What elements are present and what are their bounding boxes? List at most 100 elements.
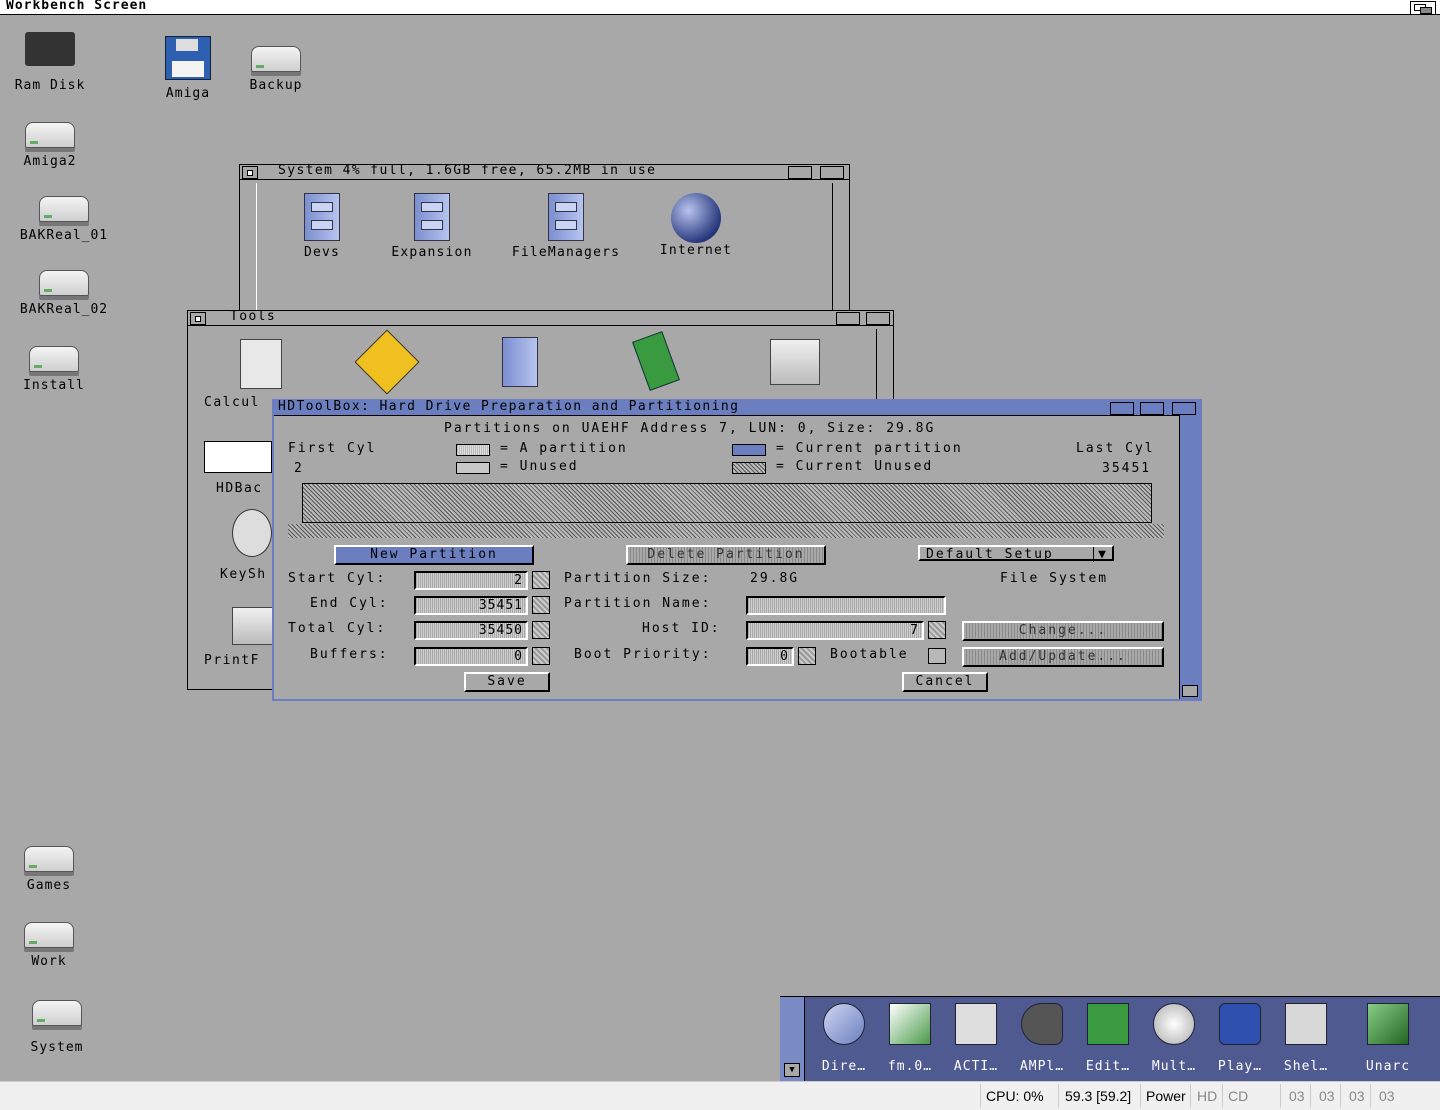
chip-icon	[25, 32, 75, 66]
tool-label: HDBac	[216, 481, 263, 496]
dock-item-acti[interactable]: ACTI…	[948, 1003, 1004, 1074]
start-cyl-stepper-icon[interactable]	[532, 571, 550, 589]
buffers-field[interactable]: 0	[414, 647, 528, 666]
depth-icon[interactable]	[866, 312, 890, 325]
buffers-label: Buffers:	[310, 647, 389, 662]
drive-header: Partitions on UAEHF Address 7, LUN: 0, S…	[444, 421, 936, 436]
desktop-icon-amiga[interactable]: Amiga	[150, 36, 226, 101]
partition-size-label: Partition Size:	[564, 571, 712, 586]
desktop-icon-games[interactable]: Games	[6, 846, 92, 893]
first-cyl-label: First Cyl	[288, 441, 377, 456]
drawer-devs[interactable]: Devs	[262, 193, 382, 260]
partition-name-field[interactable]	[746, 596, 946, 615]
desktop-icon-ram-disk[interactable]: Ram Disk	[4, 32, 96, 93]
end-cyl-field[interactable]: 35451	[414, 596, 528, 615]
save-button[interactable]: Save	[464, 672, 550, 692]
depth-icon[interactable]	[1172, 402, 1196, 415]
right-scrollbar[interactable]	[876, 329, 889, 399]
last-cyl-value: 35451	[1102, 461, 1152, 476]
partition-map[interactable]	[302, 483, 1152, 523]
dock-item-ampl[interactable]: AMPl…	[1014, 1003, 1070, 1074]
dock-label: Edit…	[1085, 1059, 1131, 1074]
hard-drive-icon	[251, 46, 301, 72]
delete-partition-button[interactable]: Delete Partition	[626, 545, 826, 565]
depth-icon[interactable]	[820, 166, 844, 179]
close-icon[interactable]	[242, 166, 258, 179]
iconify-icon[interactable]	[1110, 402, 1134, 415]
left-scrollbar[interactable]	[244, 183, 257, 323]
legend-swatch-current-partition	[732, 444, 766, 456]
keyshow-icon[interactable]	[232, 509, 272, 557]
df3-led[interactable]: 03	[1379, 1088, 1395, 1104]
printer-icon[interactable]	[232, 607, 274, 645]
desktop-icon-bakreal-01[interactable]: BAKReal_01	[4, 196, 124, 243]
screen-title-bar[interactable]: Workbench Screen	[0, 0, 1440, 15]
host-id-stepper-icon[interactable]	[928, 621, 946, 639]
system-window[interactable]: System 4% full, 1.6GB free, 65.2MB in us…	[239, 163, 850, 326]
dock-item-mult[interactable]: Mult…	[1146, 1003, 1202, 1074]
drawer-filemanagers[interactable]: FileManagers	[506, 193, 626, 260]
buffers-stepper-icon[interactable]	[532, 647, 550, 665]
add-update-button[interactable]: Add/Update...	[962, 647, 1164, 667]
desktop-icon-bakreal-02[interactable]: BAKReal_02	[4, 270, 124, 317]
boot-priority-stepper-icon[interactable]	[798, 647, 816, 665]
dock-item-dire[interactable]: Dire…	[816, 1003, 872, 1074]
calculator-icon[interactable]	[240, 339, 282, 389]
df1-led[interactable]: 03	[1319, 1088, 1335, 1104]
bootable-checkbox[interactable]	[928, 648, 946, 664]
legend-current-unused: = Current Unused	[776, 459, 934, 474]
desktop-icon-install[interactable]: Install	[6, 346, 102, 393]
zoom-icon[interactable]	[836, 312, 860, 325]
chevron-down-icon[interactable]: ▼	[784, 1063, 800, 1077]
change-button[interactable]: Change...	[962, 621, 1164, 641]
hdtoolbox-title-bar[interactable]: HDToolBox: Hard Drive Preparation and Pa…	[274, 399, 1200, 416]
drawer-expansion[interactable]: Expansion	[372, 193, 492, 260]
new-partition-button[interactable]: New Partition	[334, 545, 534, 565]
close-icon[interactable]	[190, 312, 206, 325]
desktop-icon-label: Ram Disk	[14, 78, 86, 93]
boot-priority-field[interactable]: 0	[746, 647, 794, 666]
start-cyl-field[interactable]: 2	[414, 571, 528, 590]
dock-item-edit[interactable]: Edit…	[1080, 1003, 1136, 1074]
host-id-field[interactable]: 7	[746, 621, 924, 640]
cabinet-icon[interactable]	[502, 337, 538, 387]
dock-handle[interactable]: ▼	[780, 997, 805, 1081]
total-cyl-stepper-icon[interactable]	[532, 621, 550, 639]
partition-scroller[interactable]	[288, 524, 1164, 538]
desktop-icon-system[interactable]: System	[14, 1000, 100, 1055]
printer-icon[interactable]	[770, 339, 820, 385]
resize-icon[interactable]	[1182, 685, 1198, 697]
df2-led[interactable]: 03	[1349, 1088, 1365, 1104]
tools-window-title-bar[interactable]: Tools	[188, 309, 893, 326]
default-setup-select[interactable]: Default Setup ▼	[918, 545, 1114, 562]
notepad-icon[interactable]	[632, 331, 680, 391]
status-divider	[1280, 1084, 1281, 1108]
screen-title: Workbench Screen	[6, 0, 148, 13]
hard-drive-icon	[24, 922, 74, 948]
cancel-button[interactable]: Cancel	[902, 672, 988, 692]
screen-depth-icon[interactable]	[1410, 1, 1436, 15]
desktop-icon-amiga2[interactable]: Amiga2	[8, 122, 92, 169]
end-cyl-stepper-icon[interactable]	[532, 596, 550, 614]
system-window-title-bar[interactable]: System 4% full, 1.6GB free, 65.2MB in us…	[240, 163, 849, 180]
hdtoolbox-window[interactable]: HDToolBox: Hard Drive Preparation and Pa…	[272, 399, 1202, 701]
df0-led[interactable]: 03	[1289, 1088, 1305, 1104]
backup-icon[interactable]	[204, 441, 272, 473]
signpost-icon[interactable]	[354, 329, 420, 395]
right-scrollbar[interactable]	[832, 183, 845, 323]
dock-bar[interactable]: ▼ Dire… fm.0… ACTI… AMPl… Edit… Mult… Pl…	[780, 996, 1440, 1081]
end-cyl-label: End Cyl:	[310, 596, 389, 611]
desktop-icon-work[interactable]: Work	[6, 922, 92, 969]
zoom-icon[interactable]	[788, 166, 812, 179]
dock-item-fm[interactable]: fm.0…	[882, 1003, 938, 1074]
desktop-icon-backup[interactable]: Backup	[236, 46, 316, 93]
tool-label: Calcul	[204, 395, 260, 410]
total-cyl-field[interactable]: 35450	[414, 621, 528, 640]
drawer-internet[interactable]: Internet	[636, 193, 756, 258]
dock-item-play[interactable]: Play…	[1212, 1003, 1268, 1074]
zoom-icon[interactable]	[1140, 402, 1164, 415]
dock-item-shel[interactable]: Shel…	[1278, 1003, 1334, 1074]
default-setup-label: Default Setup	[926, 547, 1054, 562]
dock-item-unarc[interactable]: Unarc	[1360, 1003, 1416, 1074]
cabinet-icon	[304, 193, 340, 241]
